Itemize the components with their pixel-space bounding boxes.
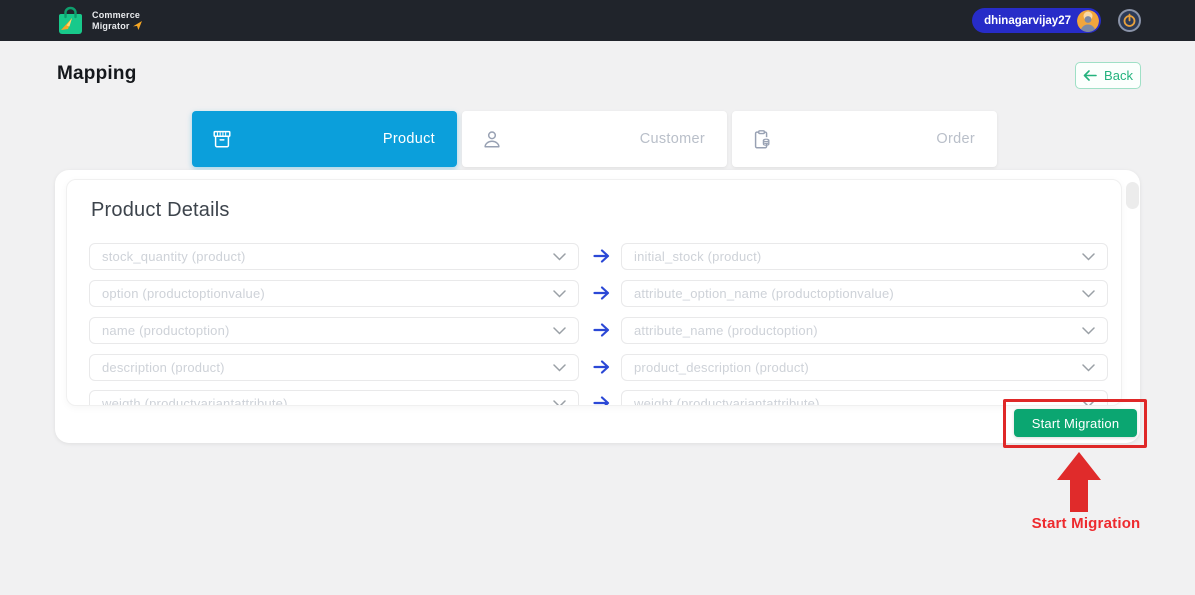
- source-field-select[interactable]: weigth (productvariantattribute): [89, 390, 579, 406]
- source-field-value: description (product): [102, 360, 225, 375]
- map-arrow-icon: [593, 396, 610, 405]
- avatar: [1077, 9, 1099, 32]
- target-field-value: attribute_option_name (productoptionvalu…: [634, 286, 894, 301]
- chevron-down-icon: [553, 252, 566, 261]
- username: dhinagarvijay27: [984, 14, 1071, 27]
- target-field-value: initial_stock (product): [634, 249, 762, 264]
- brand-text: Commerce Migrator: [92, 10, 142, 31]
- product-details-panel: Product Details stock_quantity (product)…: [66, 179, 1122, 406]
- source-field-value: weigth (productvariantattribute): [102, 396, 288, 406]
- mapping-row: weigth (productvariantattribute) weight …: [67, 390, 1121, 406]
- target-field-select[interactable]: weight (productvariantattribute): [621, 390, 1108, 406]
- logout-power-button[interactable]: [1118, 9, 1141, 32]
- chevron-down-icon: [1082, 252, 1095, 261]
- paper-plane-icon: [132, 21, 142, 31]
- clipboard-icon: [754, 130, 770, 149]
- target-field-value: attribute_name (productoption): [634, 323, 818, 338]
- brand-logo-bag-icon: [59, 6, 82, 34]
- brand-line2: Migrator: [92, 20, 130, 31]
- map-arrow-icon: [593, 286, 610, 300]
- chevron-down-icon: [1082, 399, 1095, 405]
- map-arrow-icon: [593, 360, 610, 374]
- source-field-value: option (productoptionvalue): [102, 286, 265, 301]
- mapping-card: Product Details stock_quantity (product)…: [55, 170, 1140, 443]
- chevron-down-icon: [553, 363, 566, 372]
- chevron-down-icon: [1082, 289, 1095, 298]
- source-field-value: name (productoption): [102, 323, 230, 338]
- mapping-row: name (productoption) attribute_name (pro…: [67, 317, 1121, 344]
- panel-title: Product Details: [91, 199, 230, 221]
- back-button[interactable]: Back: [1075, 62, 1141, 89]
- target-field-value: product_description (product): [634, 360, 809, 375]
- chevron-down-icon: [553, 399, 566, 405]
- tab-product-label: Product: [382, 131, 435, 147]
- map-arrow-icon: [593, 249, 610, 263]
- chevron-down-icon: [553, 326, 566, 335]
- target-field-select[interactable]: product_description (product): [621, 354, 1108, 381]
- map-arrow-icon: [593, 323, 610, 337]
- tab-product[interactable]: Product: [192, 111, 457, 167]
- brand-line1: Commerce: [92, 10, 141, 20]
- user-menu[interactable]: dhinagarvijay27: [972, 8, 1101, 33]
- brand[interactable]: Commerce Migrator: [57, 6, 142, 35]
- tab-customer[interactable]: Customer: [462, 111, 727, 167]
- navbar: Commerce Migrator dhinagarvijay27: [0, 0, 1195, 41]
- mapping-row: stock_quantity (product) initial_stock (…: [67, 243, 1121, 270]
- source-field-select[interactable]: stock_quantity (product): [89, 243, 579, 270]
- back-label: Back: [1104, 68, 1133, 83]
- source-field-select[interactable]: description (product): [89, 354, 579, 381]
- scrollbar-thumb[interactable]: [1126, 182, 1139, 209]
- source-field-select[interactable]: option (productoptionvalue): [89, 280, 579, 307]
- annotation-label: Start Migration: [1031, 515, 1141, 532]
- mapping-row: option (productoptionvalue) attribute_op…: [67, 280, 1121, 307]
- mapping-row: description (product) product_descriptio…: [67, 354, 1121, 381]
- source-field-value: stock_quantity (product): [102, 249, 246, 264]
- target-field-select[interactable]: attribute_name (productoption): [621, 317, 1108, 344]
- chevron-down-icon: [553, 289, 566, 298]
- target-field-value: weight (productvariantattribute): [634, 396, 820, 406]
- start-migration-button[interactable]: Start Migration: [1014, 409, 1137, 437]
- target-field-select[interactable]: initial_stock (product): [621, 243, 1108, 270]
- tab-order-label: Order: [936, 131, 975, 147]
- page-title: Mapping: [57, 63, 137, 84]
- back-arrow-icon: [1083, 70, 1097, 81]
- source-field-select[interactable]: name (productoption): [89, 317, 579, 344]
- chevron-down-icon: [1082, 326, 1095, 335]
- chevron-down-icon: [1082, 363, 1095, 372]
- tab-customer-label: Customer: [639, 131, 705, 147]
- person-icon: [484, 131, 500, 148]
- annotation-arrow-up-icon: [1057, 452, 1101, 512]
- tab-order[interactable]: Order: [732, 111, 997, 167]
- archive-box-icon: [213, 130, 231, 148]
- target-field-select[interactable]: attribute_option_name (productoptionvalu…: [621, 280, 1108, 307]
